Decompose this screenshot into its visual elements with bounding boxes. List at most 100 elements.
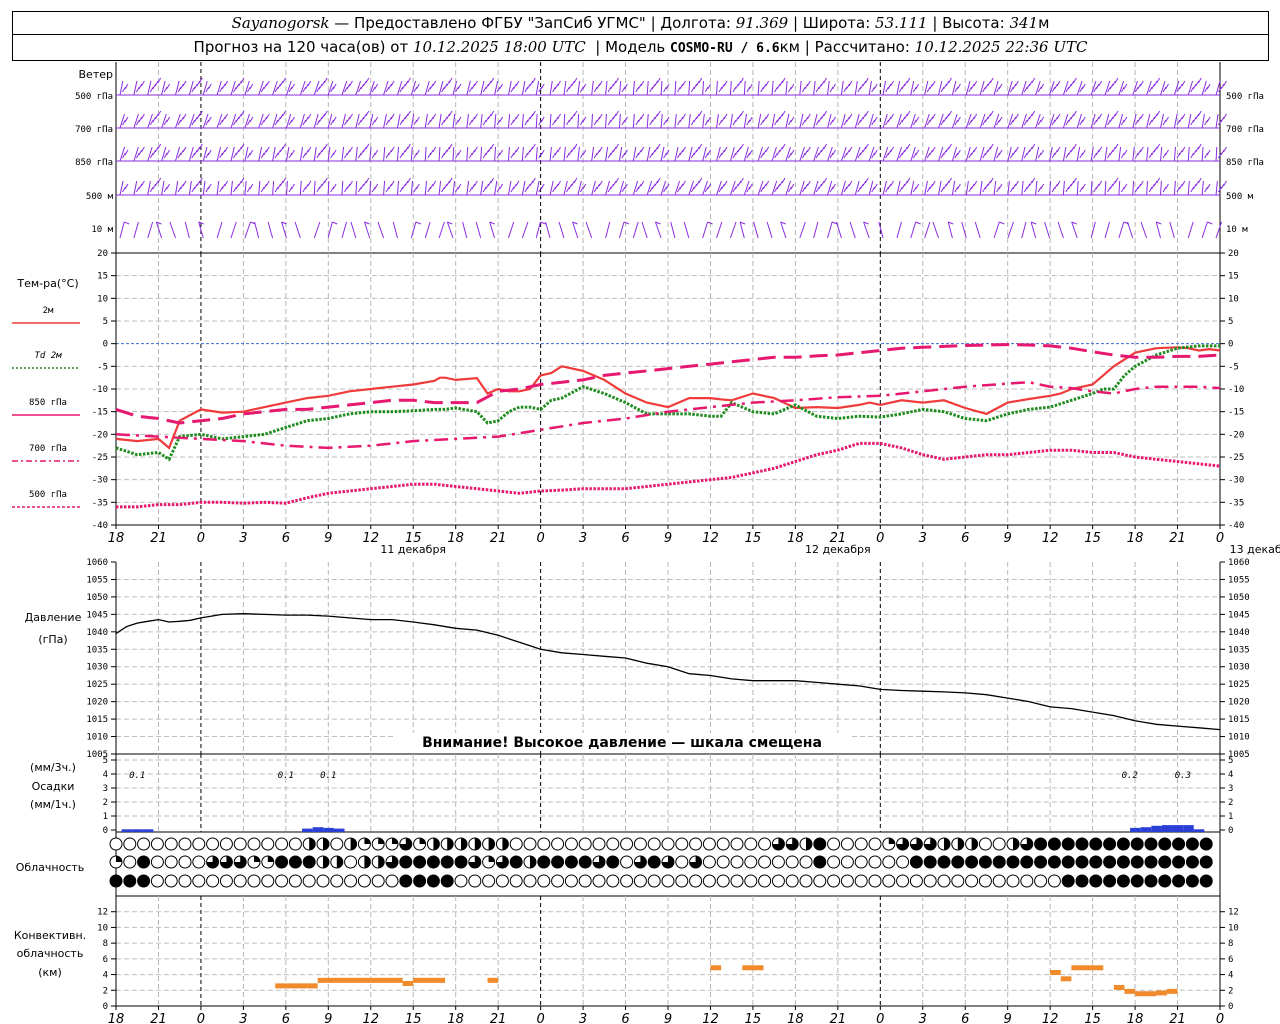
x-tick-label: 9 <box>664 531 672 546</box>
wind-barb-flag <box>970 83 975 90</box>
wind-barb-flag <box>473 146 478 153</box>
wind-barb-flag <box>124 116 129 123</box>
wind-barb-flag <box>140 80 145 87</box>
cloud-symbol <box>440 874 454 888</box>
cloud-symbol <box>592 874 606 888</box>
x-tick-label: 18 <box>787 1012 804 1024</box>
cloud-symbol <box>1006 855 1020 869</box>
wind-barb-flag <box>651 116 656 123</box>
wind-barb <box>993 146 999 162</box>
wind-barb-flag <box>163 152 168 159</box>
wind-barb-flag <box>357 119 362 126</box>
wind-barb <box>438 180 442 196</box>
cloud-symbol <box>1130 855 1144 869</box>
wind-barb-flag <box>427 119 432 126</box>
wind-barb-flag <box>1223 113 1227 120</box>
wind-barb-flag <box>690 119 695 126</box>
pressure-line <box>115 613 1221 731</box>
wind-barb <box>452 180 456 196</box>
wind-barb-flag <box>291 149 295 156</box>
cloud-symbol <box>854 837 868 851</box>
wind-barb-flag <box>152 183 157 190</box>
cloud-symbol <box>233 874 247 888</box>
wind-barb-flag <box>615 110 619 117</box>
cloud-symbol <box>620 855 634 869</box>
convective-segment <box>1071 965 1104 971</box>
wind-barb-flag <box>989 77 994 84</box>
wind-barb-flag <box>1220 116 1225 123</box>
wind-barb-flag <box>205 152 210 159</box>
wind-barb <box>632 221 639 239</box>
wind-barb <box>771 113 776 129</box>
wind-barb-flag <box>649 119 654 126</box>
wind-barb-flag <box>515 146 520 153</box>
wind-barb <box>216 113 223 129</box>
wind-barb-flag <box>471 149 476 156</box>
wind-barb-flag <box>166 149 171 156</box>
wind-barb-flag <box>307 146 312 153</box>
wind-barb <box>910 180 915 196</box>
wind-barb-flag <box>1220 83 1225 90</box>
cloud-fill <box>350 838 357 850</box>
wind-barb <box>424 221 431 239</box>
wind-barb <box>1160 146 1163 162</box>
wind-barb-flag <box>735 149 739 156</box>
wind-barb-flag <box>207 149 212 156</box>
cloud-symbol <box>385 874 399 888</box>
wind-barb-flag <box>873 149 878 156</box>
x-tick-label: 21 <box>490 1012 507 1024</box>
wind-barb <box>1215 221 1223 239</box>
wind-barb-flag <box>679 149 684 156</box>
cloud-symbol <box>426 855 440 869</box>
wind-barb-flag <box>249 183 254 190</box>
wind-barb <box>813 80 816 96</box>
x-tick-label: 0 <box>876 1012 884 1024</box>
wind-barb-flag <box>1190 152 1195 159</box>
wind-barb <box>161 180 165 196</box>
wind-barb-flag <box>1114 143 1119 150</box>
cloud-symbol <box>799 855 813 869</box>
wind-barb-flag <box>943 183 947 190</box>
wind-barb <box>1076 113 1082 129</box>
wind-barb-flag <box>864 110 869 117</box>
wind-barb-flag <box>349 146 353 153</box>
cloud-symbol <box>206 874 220 888</box>
wind-barb-flag <box>873 183 878 190</box>
wind-barb-flag <box>330 119 335 126</box>
cloud-symbol <box>813 855 827 869</box>
wind-barb-flag <box>499 149 504 156</box>
wind-barb <box>840 180 846 196</box>
wind-barb-flag <box>1156 143 1161 150</box>
wind-level-label: 500 м <box>1226 192 1254 202</box>
wind-barb-flag <box>1109 116 1114 123</box>
wind-barb-flag <box>1072 110 1077 117</box>
wind-barb <box>521 180 526 196</box>
wind-barb <box>646 80 649 96</box>
x-tick-label: 0 <box>1216 531 1224 546</box>
x-tick-label: 15 <box>1084 531 1101 546</box>
wind-barb <box>799 113 804 129</box>
wind-barb-flag <box>859 83 864 90</box>
wind-barb <box>535 221 541 239</box>
wind-barb-flag <box>801 86 806 93</box>
x-tick-label: 18 <box>447 1012 464 1024</box>
wind-barb-flag <box>862 80 867 87</box>
wind-barb-flag <box>1098 80 1103 87</box>
wind-barb-flag <box>1206 183 1211 190</box>
wind-barb-flag <box>177 186 182 193</box>
wind-barb <box>549 146 552 162</box>
wind-barb-flag <box>765 180 770 187</box>
wind-barb-flag <box>640 180 645 187</box>
wind-barb <box>1007 80 1013 96</box>
cloud-symbol <box>1199 837 1213 851</box>
wind-barb-flag <box>277 183 282 190</box>
wind-barb-flag <box>457 183 462 190</box>
wind-barb-flag <box>926 86 931 93</box>
wind-barb-flag <box>568 116 573 123</box>
cloud-symbol <box>868 855 882 869</box>
wind-barb-flag <box>848 80 853 87</box>
wind-barb <box>813 221 819 239</box>
cloud-symbol <box>606 837 620 851</box>
wind-barb-flag <box>388 149 393 156</box>
wind-barb-flag <box>362 80 367 87</box>
